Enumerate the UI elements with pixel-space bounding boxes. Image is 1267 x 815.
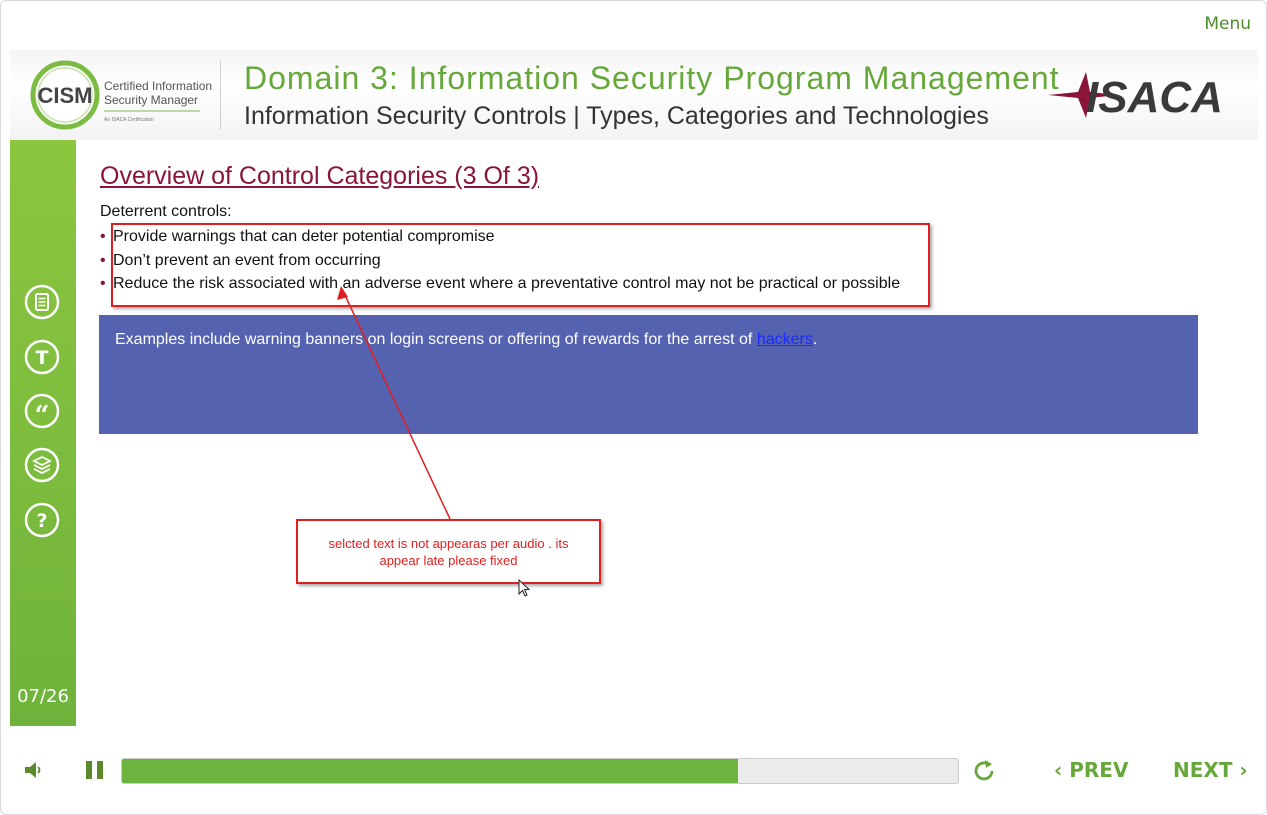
- header-divider: [220, 60, 221, 130]
- isaca-logo-text: ISACA: [1086, 73, 1223, 122]
- slide-counter: 07/26: [17, 686, 69, 707]
- cism-logo-line1: Certified Information: [104, 79, 212, 93]
- slide-intro: Deterrent controls:: [100, 203, 232, 220]
- notes-icon[interactable]: [24, 284, 60, 320]
- chevron-right-icon: ›: [1232, 758, 1248, 782]
- prev-label: PREV: [1069, 758, 1129, 782]
- lesson-subtitle: Information Security Controls | Types, C…: [244, 102, 989, 130]
- quote-icon-glyph: “: [35, 401, 50, 429]
- progress-bar[interactable]: [121, 758, 959, 784]
- cism-logo-acronym: CISM: [38, 83, 93, 108]
- chevron-left-icon: ‹: [1054, 758, 1070, 782]
- next-label: NEXT: [1173, 758, 1233, 782]
- slide-title: Overview of Control Categories (3 Of 3): [100, 162, 540, 190]
- example-box: Examples include warning banners on logi…: [99, 315, 1198, 434]
- prev-button[interactable]: ‹ PREV: [1054, 758, 1128, 782]
- annotation-comment-line2: appear late please fixed: [379, 553, 518, 568]
- cism-logo-tagline: An ISACA Certification: [104, 117, 154, 123]
- hackers-link[interactable]: hackers: [757, 331, 813, 348]
- cism-logo-line2: Security Manager: [104, 93, 198, 107]
- mouse-cursor-icon: [518, 579, 531, 597]
- example-text: Examples include warning banners on logi…: [115, 331, 817, 349]
- transcript-icon-glyph: T: [36, 347, 49, 369]
- annotation-comment: selcted text is not appearas per audio .…: [296, 519, 601, 584]
- annotation-highlight-box: [111, 223, 930, 307]
- annotation-comment-line1: selcted text is not appearas per audio .…: [328, 536, 569, 551]
- cism-logo: CISM Certified Information Security Mana…: [30, 60, 220, 130]
- next-button[interactable]: NEXT ›: [1173, 758, 1248, 782]
- layers-icon[interactable]: [24, 447, 60, 483]
- progress-fill: [122, 759, 739, 783]
- sidebar: T “ ? 07/26: [10, 140, 76, 726]
- pause-button[interactable]: [84, 758, 106, 787]
- domain-title: Domain 3: Information Security Program M…: [244, 60, 1060, 96]
- help-icon-glyph: ?: [36, 510, 47, 532]
- volume-icon[interactable]: [22, 758, 46, 787]
- example-period: .: [812, 331, 818, 348]
- course-header: CISM Certified Information Security Mana…: [10, 50, 1258, 140]
- menu-button[interactable]: Menu: [1204, 14, 1251, 34]
- quote-icon[interactable]: “: [24, 393, 60, 431]
- example-body: Examples include warning banners on logi…: [115, 331, 757, 348]
- player-controls: ‹ PREV NEXT ›: [0, 742, 1267, 802]
- isaca-logo: ISACA: [1048, 68, 1228, 123]
- help-icon[interactable]: ?: [24, 502, 60, 538]
- transcript-icon[interactable]: T: [24, 339, 60, 375]
- replay-icon[interactable]: [971, 758, 997, 789]
